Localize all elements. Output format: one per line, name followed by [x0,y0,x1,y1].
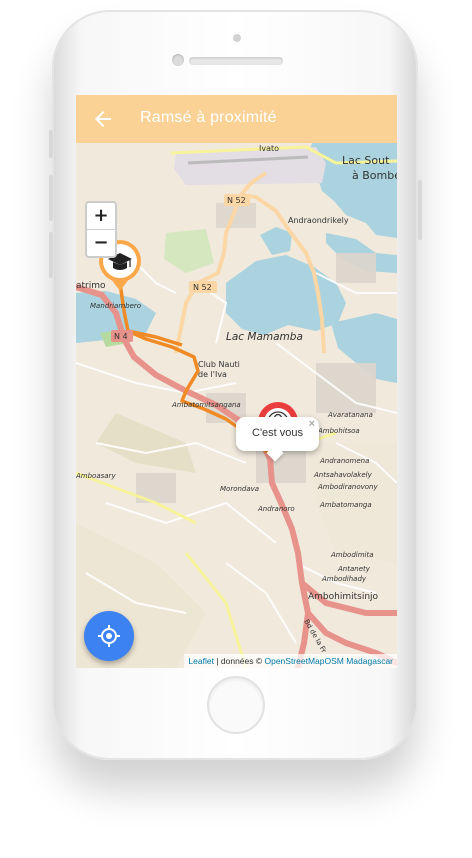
phone-sensor [233,34,241,42]
map-label-antanety: Antanety [337,565,371,573]
phone-camera [172,54,184,66]
map-label-avaratanana: Avaratanana [327,411,373,419]
zoom-in-button[interactable]: + [87,203,115,230]
map-label-lac-mamamba: Lac Mamamba [226,331,303,343]
phone-power-button [418,180,422,240]
map-label-amboasary: Amboasary [76,472,116,480]
map-label-mandriambero: Mandriambero [90,302,141,310]
app-screen: Ramsé à proximité Ivato Lac Sout à Bombe… [76,95,397,668]
map-label-a-bombe: à Bombe [352,169,397,182]
location-popup: C'est vous × [236,417,319,462]
phone-home-button[interactable] [207,676,265,734]
map-view[interactable]: Ivato Lac Sout à Bombe N 52 Andraondrike… [76,143,397,668]
map-label-ambodihady: Ambodihady [321,575,367,583]
phone-side-button [49,175,53,221]
map-label-de-ivato: de l'Iva [198,370,227,379]
map-label-antsahavolakely: Antsahavolakely [313,471,373,479]
phone-side-button [49,130,53,158]
map-label-club-nautique: Club Nauti [198,360,240,369]
map-label-n52-top: N 52 [227,196,246,205]
attribution-separator: | données © [213,656,265,666]
leaflet-link[interactable]: Leaflet [188,656,214,666]
map-label-morondava: Morondava [220,485,259,493]
map-attribution: Leaflet | données © OpenStreetMapOSM Mad… [184,654,397,668]
map-label-lac-sout: Lac Sout [342,154,390,167]
map-label-n4: N 4 [114,332,128,341]
phone-speaker [189,57,283,65]
app-bar: Ramsé à proximité [76,95,397,143]
arrow-left-icon[interactable] [91,107,115,131]
map-label-ambodimita: Ambodimita [330,551,374,559]
popup-close-button[interactable]: × [309,418,315,430]
map-label-andranomena: Andranomena [319,457,369,465]
osm-link[interactable]: OpenStreetMap [264,656,324,666]
popup-text: C'est vous [252,427,304,439]
map-label-ivato: Ivato [259,144,279,153]
zoom-control: + − [85,201,117,258]
phone-side-button [49,232,53,278]
map-label-n52-mid: N 52 [193,283,212,292]
osm-madagascar-link[interactable]: OSM Madagascar [325,656,394,666]
map-label-ambatomitsangana: Ambatomitsangana [171,401,241,409]
locate-icon [98,625,120,647]
map-label-ambatomanga: Ambatomanga [319,501,372,509]
locate-button[interactable] [84,611,134,661]
map-label-atrimo: atrimo [76,281,106,291]
map-label-ambodiranovony: Ambodiranovony [317,483,378,491]
map-label-andraondrikely: Andraondrikely [288,216,349,225]
zoom-out-button[interactable]: − [87,230,115,256]
map-label-ambohimitsinjo: Ambohimitsinjo [308,592,379,602]
map-label-andranoro: Andranoro [257,505,295,513]
page-title: Ramsé à proximité [140,109,277,126]
map-label-ambohitsoa: Ambohitsoa [317,427,360,435]
